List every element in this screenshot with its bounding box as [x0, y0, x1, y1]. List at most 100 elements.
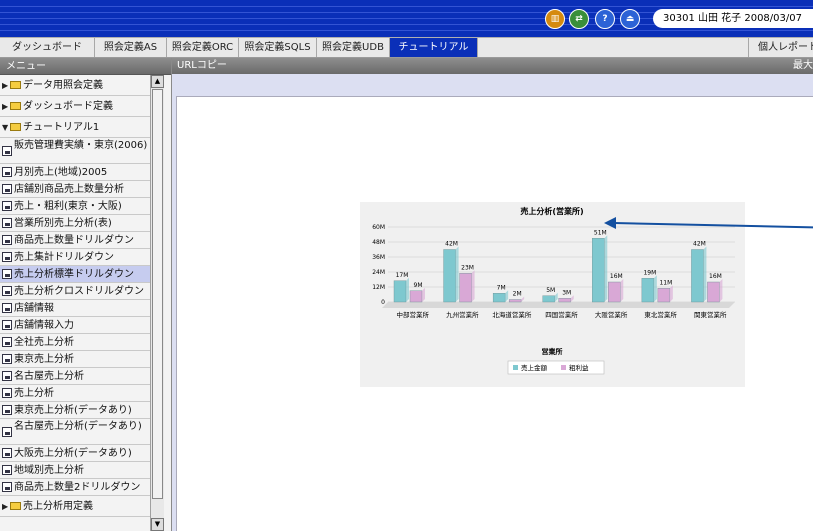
expand-right-icon[interactable]: ▶	[2, 496, 10, 516]
arrow-line	[613, 222, 813, 229]
report-icon	[2, 320, 12, 330]
bar[interactable]	[443, 249, 456, 303]
sidebar-item-label: 売上・粗利(東京・大阪)	[14, 201, 122, 212]
sidebar-report-item[interactable]: 東京売上分析(データあり)	[0, 402, 150, 419]
sidebar-report-item[interactable]: 売上分析標準ドリルダウン	[0, 266, 150, 283]
sidebar-report-item[interactable]: 店舗情報	[0, 300, 150, 317]
sidebar-report-item[interactable]: 東京売上分析	[0, 351, 150, 368]
sidebar-report-item[interactable]: 月別売上(地域)2005	[0, 164, 150, 181]
report-icon	[2, 252, 12, 262]
switch-icon[interactable]: ⇄	[569, 9, 589, 29]
bar-value-label: 3M	[562, 289, 571, 296]
main-header: URLコピー 最大化	[172, 58, 813, 74]
expand-right-icon[interactable]: ▶	[2, 96, 10, 116]
bar[interactable]	[691, 249, 704, 303]
sidebar-report-item[interactable]: 販売管理費実績・東京(2006)	[0, 138, 150, 164]
scroll-up-icon[interactable]: ▲	[151, 75, 164, 88]
sidebar-item-label: 売上分析標準ドリルダウン	[14, 269, 134, 280]
bar[interactable]	[492, 293, 506, 303]
bar-value-label: 16M	[610, 273, 623, 280]
url-copy-link[interactable]: URLコピー	[177, 60, 227, 71]
report-icon	[2, 427, 12, 437]
tab-query-as[interactable]: 照会定義AS	[95, 38, 167, 57]
sidebar-report-item[interactable]: 名古屋売上分析(データあり)	[0, 419, 150, 445]
tab-dashboard[interactable]: ダッシュボード	[0, 38, 95, 57]
app-window: ▥ ⇄ ? ⏏ 30301 山田 花子 2008/03/07 ダッシュボード 照…	[0, 0, 813, 531]
maximize-button[interactable]: 最大化	[793, 58, 813, 74]
sidebar-report-item[interactable]: 商品売上数量ドリルダウン	[0, 232, 150, 249]
legend-swatch	[513, 365, 518, 370]
sidebar-report-item[interactable]: 売上・粗利(東京・大阪)	[0, 198, 150, 215]
sidebar-item-label: 店舗情報入力	[14, 320, 74, 331]
x-tick-label: 大阪営業所	[595, 310, 628, 319]
annotation-arrow	[604, 217, 813, 229]
bar-value-label: 17M	[396, 272, 409, 279]
sidebar-report-item[interactable]: 営業所別売上分析(表)	[0, 215, 150, 232]
sidebar-folder[interactable]: ▶ 売上分析用定義	[0, 496, 150, 517]
legend-swatch	[561, 365, 566, 370]
chart-icon[interactable]: ▥	[545, 9, 565, 29]
main-panel: URLコピー 最大化 売上分析(営業所) 0 12M 24M 36M 48M 60M 17…	[172, 58, 813, 531]
bar-value-label: 5M	[546, 287, 555, 294]
y-tick-label: 24M	[372, 269, 385, 276]
bar[interactable]	[657, 288, 671, 303]
sidebar-folder[interactable]: ▼ チュートリアル1	[0, 117, 150, 138]
folder-icon	[10, 502, 21, 510]
bar[interactable]	[558, 298, 571, 303]
chart-floor	[382, 302, 735, 308]
sidebar-scrollbar[interactable]: ▲ ▼	[150, 75, 164, 531]
report-icon	[2, 303, 12, 313]
bar-value-label: 11M	[659, 279, 672, 286]
scroll-thumb[interactable]	[152, 89, 163, 499]
help-icon[interactable]: ?	[595, 9, 615, 29]
report-icon	[2, 405, 12, 415]
sidebar-report-item[interactable]: 売上分析クロスドリルダウン	[0, 283, 150, 300]
bar-side	[406, 277, 409, 302]
report-icon	[2, 388, 12, 398]
bar[interactable]	[393, 280, 407, 303]
bar[interactable]	[608, 281, 621, 303]
bar-side	[653, 275, 657, 302]
sidebar-folder[interactable]: ▶ ダッシュボード定義	[0, 96, 150, 117]
bar-value-label: 42M	[445, 241, 458, 248]
tab-query-sqls[interactable]: 照会定義SQLS	[239, 38, 317, 57]
tab-personal-report[interactable]: 個人レポート	[748, 38, 813, 57]
sidebar-report-item[interactable]: 売上分析	[0, 385, 150, 402]
bar[interactable]	[641, 278, 655, 303]
y-tick-label: 0	[381, 299, 385, 306]
bar-side	[455, 246, 459, 302]
legend-label: 売上金額	[521, 363, 548, 372]
report-canvas: 売上分析(営業所) 0 12M 24M 36M 48M 60M 17M 9M 中部営業所 42M…	[176, 96, 813, 531]
expand-down-icon[interactable]: ▼	[2, 117, 10, 137]
x-axis-label: 営業所	[542, 347, 563, 356]
sidebar-item-label: 店舗情報	[14, 303, 54, 314]
tab-query-udb[interactable]: 照会定義UDB	[317, 38, 390, 57]
expand-right-icon[interactable]: ▶	[2, 75, 10, 95]
sidebar-report-item[interactable]: 商品売上数量2ドリルダウン	[0, 479, 150, 496]
logout-icon[interactable]: ⏏	[620, 9, 640, 29]
sidebar-report-item[interactable]: 地域別売上分析	[0, 462, 150, 479]
x-tick-label: 東北営業所	[644, 310, 677, 319]
sidebar-report-item[interactable]: 店舗情報入力	[0, 317, 150, 334]
bar[interactable]	[409, 290, 423, 303]
sidebar-item-label: 商品売上数量ドリルダウン	[14, 235, 134, 246]
sidebar-report-item[interactable]: 大阪売上分析(データあり)	[0, 445, 150, 462]
bar[interactable]	[592, 238, 605, 303]
bar[interactable]	[542, 295, 555, 303]
y-tick-label: 36M	[372, 254, 385, 261]
sidebar-report-item[interactable]: 全社売上分析	[0, 334, 150, 351]
bar-value-label: 16M	[709, 273, 722, 280]
tab-query-orc[interactable]: 照会定義ORC	[167, 38, 239, 57]
sidebar-folder[interactable]: ▶ データ用照会定義	[0, 75, 150, 96]
bar[interactable]	[707, 281, 720, 303]
sidebar-report-item[interactable]: 売上集計ドリルダウン	[0, 249, 150, 266]
bar[interactable]	[508, 299, 522, 303]
sidebar-report-item[interactable]: 店舗別商品売上数量分析	[0, 181, 150, 198]
sidebar-report-item[interactable]: 名古屋売上分析	[0, 368, 150, 385]
sidebar-item-label: データ用照会定義	[23, 80, 103, 91]
bar[interactable]	[459, 273, 472, 303]
report-icon	[2, 218, 12, 228]
scroll-down-icon[interactable]: ▼	[151, 518, 164, 531]
sidebar-item-label: 売上分析クロスドリルダウン	[14, 286, 144, 297]
tab-tutorial[interactable]: チュートリアル	[390, 38, 478, 57]
